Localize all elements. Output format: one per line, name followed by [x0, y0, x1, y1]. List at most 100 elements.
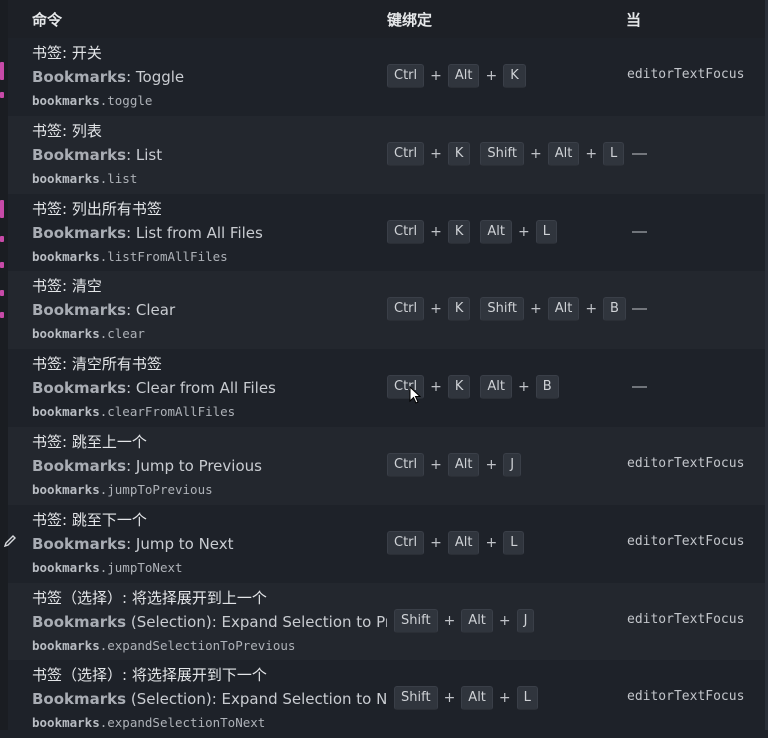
key-chord: Shift + Alt + B: [480, 297, 626, 322]
column-header-keybinding[interactable]: 键绑定: [387, 9, 432, 30]
key-chord: Shift + Alt + J: [394, 608, 535, 633]
key-chord: Ctrl + K: [387, 297, 471, 322]
command-title: 书签: 清空所有书签: [32, 355, 162, 374]
command-id-namespace: bookmarks: [32, 326, 100, 342]
keycap: Alt: [461, 608, 493, 633]
when-clause: editorTextFocus: [627, 533, 745, 549]
keybinding[interactable]: Ctrl + Alt + J: [387, 452, 531, 477]
command-title-english: Bookmarks: Jump to Previous: [32, 457, 387, 475]
keybinding-row[interactable]: 书签: 列表 Bookmarks: List bookmarks.list Ctrl +…: [8, 115, 765, 194]
key-chord: Ctrl + Alt + L: [387, 530, 525, 555]
keybinding-row[interactable]: 书签（选择）: 将选择展开到上一个 Bookmarks (Selection): …: [8, 582, 765, 661]
command-category: Bookmarks: [32, 379, 127, 398]
keybinding[interactable]: Shift + Alt + J: [394, 608, 544, 633]
keycap: Ctrl: [387, 452, 425, 477]
command-title: 书签（选择）: 将选择展开到下一个: [32, 666, 267, 685]
plus-separator: +: [430, 68, 442, 84]
keybinding-row[interactable]: 书签: 跳至下一个 Bookmarks: Jump to Next bookmark…: [8, 505, 765, 583]
plus-separator: +: [430, 379, 442, 396]
when-clause: —: [632, 300, 647, 318]
command-title-english: Bookmarks: List from All Files: [32, 224, 387, 242]
keycap: L: [535, 219, 557, 244]
command-id: bookmarks.expandSelectionToPrevious: [32, 638, 295, 653]
command-title-english: Bookmarks: Jump to Next: [32, 535, 387, 553]
command-category: Bookmarks: [32, 301, 127, 320]
keybinding[interactable]: Ctrl + K Shift + Alt + L: [387, 141, 634, 166]
plus-separator: +: [430, 534, 442, 551]
keybinding-row[interactable]: 书签: 跳至上一个 Bookmarks: Jump to Previous book…: [8, 426, 765, 505]
command-title: 书签: 开关: [32, 44, 102, 62]
keycap: B: [535, 375, 559, 400]
plus-separator: +: [430, 223, 442, 240]
mouse-cursor-icon: [409, 386, 421, 404]
keybinding[interactable]: Ctrl + K Shift + Alt + B: [387, 297, 636, 322]
table-header: 命令 键绑定 当: [8, 0, 765, 38]
keybinding[interactable]: Ctrl + Alt + K: [387, 64, 536, 88]
keycap: J: [516, 608, 535, 633]
command-id-namespace: bookmarks: [32, 637, 100, 653]
keycap: L: [516, 686, 538, 711]
command-id-name: .list: [99, 170, 138, 186]
keybinding[interactable]: Ctrl + K Alt + L: [387, 219, 567, 244]
command-category: Bookmarks: [32, 68, 127, 86]
command-id-name: .listFromAllFiles: [99, 248, 228, 264]
plus-separator: +: [518, 379, 530, 396]
command-separator: :: [126, 534, 136, 553]
keycap: Ctrl: [387, 141, 425, 166]
keycap: Shift: [394, 608, 438, 633]
keycap: Shift: [394, 686, 438, 711]
keycap: Alt: [480, 219, 513, 244]
keybinding-row[interactable]: 书签（选择）: 将选择展开到下一个 Bookmarks (Selection): …: [8, 660, 765, 738]
column-header-command[interactable]: 命令: [32, 9, 62, 30]
keybinding-row[interactable]: 书签: 开关 Bookmarks: Toggle bookmarks.toggle C…: [8, 38, 765, 116]
key-chord: Alt + B: [480, 375, 559, 400]
keybinding-row[interactable]: 书签: 清空 Bookmarks: Clear bookmarks.clear Ctr…: [8, 271, 765, 350]
keybinding[interactable]: Shift + Alt + L: [394, 686, 548, 711]
command-category: Bookmarks: [32, 145, 127, 164]
plus-separator: +: [430, 301, 442, 318]
keybinding-row[interactable]: 书签: 清空所有书签 Bookmarks: Clear from All File…: [8, 349, 765, 427]
when-clause: —: [632, 222, 647, 240]
when-clause: editorTextFocus: [627, 611, 745, 627]
gutter-mark: [0, 92, 4, 98]
command-title: 书签: 跳至上一个: [32, 432, 147, 451]
command-id-namespace: bookmarks: [32, 170, 100, 186]
command-separator: :: [126, 379, 136, 398]
command-label: (Selection): Expand Selection to Pre: [130, 612, 387, 631]
keycap: Alt: [447, 452, 480, 477]
command-title-english: Bookmarks (Selection): Expand Selection …: [32, 613, 387, 631]
command-title: 书签: 列表: [32, 121, 102, 140]
gutter-mark: [0, 236, 4, 242]
key-chord: Ctrl + K: [387, 141, 471, 166]
plus-separator: +: [585, 145, 598, 162]
command-category: Bookmarks: [32, 223, 127, 242]
command-title-english: Bookmarks: List: [32, 146, 387, 164]
plus-separator: +: [585, 301, 598, 318]
command-category: Bookmarks: [32, 534, 127, 553]
command-separator: :: [126, 223, 136, 242]
command-title: 书签: 清空: [32, 277, 102, 296]
keycap: Alt: [461, 686, 493, 711]
keycap: Alt: [447, 64, 480, 88]
keycap: Alt: [547, 141, 580, 166]
command-label: Toggle: [135, 68, 185, 86]
when-clause: editorTextFocus: [627, 689, 745, 705]
keybinding-row[interactable]: 书签: 列出所有书签 Bookmarks: List from All Files…: [8, 194, 765, 272]
command-label: Jump to Previous: [135, 456, 262, 475]
command-id: bookmarks.clear: [32, 326, 145, 341]
plus-separator: +: [529, 145, 542, 162]
key-chord: Shift + Alt + L: [480, 141, 625, 166]
keycap: L: [503, 530, 525, 555]
plus-separator: +: [518, 223, 530, 240]
command-title: 书签: 跳至下一个: [32, 510, 147, 529]
command-id: bookmarks.jumpToNext: [32, 560, 183, 575]
edit-pencil-icon[interactable]: [2, 533, 18, 549]
command-id-name: .expandSelectionToNext: [99, 715, 266, 731]
column-header-when[interactable]: 当: [626, 9, 641, 30]
keycap: K: [447, 219, 471, 244]
keybinding[interactable]: Ctrl + Alt + L: [387, 530, 534, 555]
key-chord: Ctrl + Alt + J: [387, 452, 522, 477]
keycap: Ctrl: [387, 64, 425, 88]
gutter-mark: [0, 200, 4, 218]
command-title-english: Bookmarks: Toggle: [32, 68, 387, 86]
